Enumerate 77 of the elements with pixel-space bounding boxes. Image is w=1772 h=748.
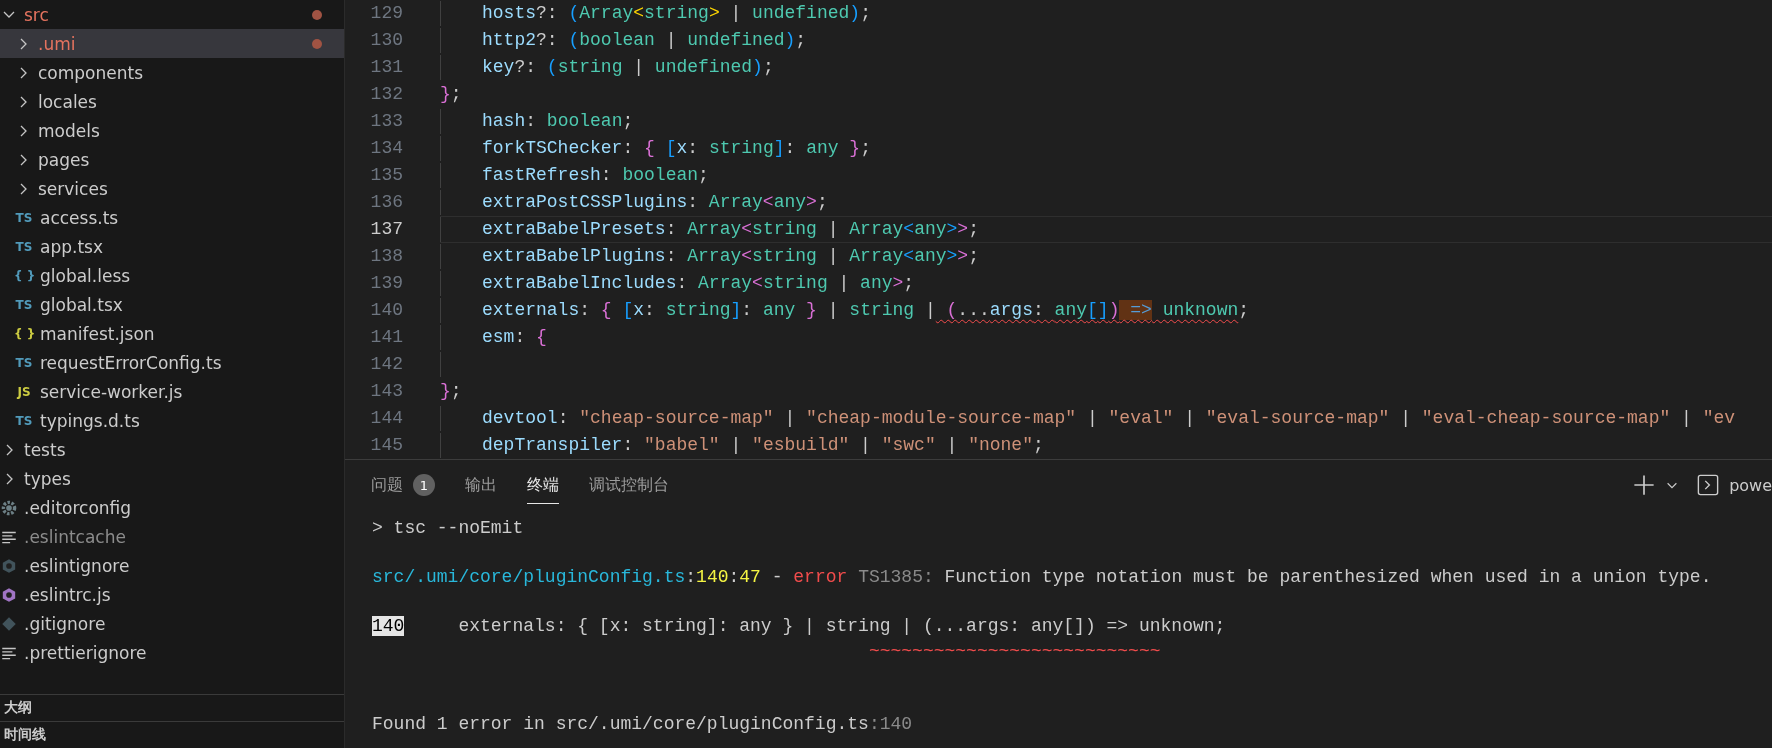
outline-header[interactable]: 大纲	[0, 694, 344, 721]
line-number: 135	[369, 164, 404, 187]
gear-icon	[0, 498, 18, 517]
chevron-icon	[5, 443, 13, 456]
folder-item[interactable]: services	[0, 174, 344, 203]
file-type-icon: TS	[14, 239, 34, 254]
line-number: 144	[369, 407, 404, 430]
chevron-icon	[19, 153, 27, 166]
chevron-icon	[3, 11, 15, 18]
folder-item[interactable]: locales	[0, 87, 344, 116]
line-number: 129	[369, 2, 404, 25]
panel-tab[interactable]: 调试控制台	[589, 466, 669, 504]
file-item[interactable]: TS typings.d.ts	[0, 406, 344, 435]
line-number: 137	[369, 218, 404, 241]
file-item[interactable]: .editorconfig	[0, 493, 344, 522]
line-number: 136	[369, 191, 404, 214]
modified-dot	[312, 38, 322, 49]
file-type-icon: { }	[14, 326, 34, 341]
file-type-icon: TS	[14, 210, 34, 225]
code-line: };	[440, 83, 463, 106]
plus-icon[interactable]	[1633, 474, 1656, 496]
timeline-header[interactable]: 时间线	[0, 721, 344, 748]
file-item[interactable]: .gitignore	[0, 609, 344, 638]
folder-item[interactable]: src	[0, 0, 344, 29]
folder-item[interactable]: components	[0, 58, 344, 87]
folder-item[interactable]: pages	[0, 145, 344, 174]
folder-item[interactable]: types	[0, 464, 344, 493]
file-type-icon: JS	[14, 384, 34, 399]
line-number: 140	[369, 299, 404, 322]
line-number: 132	[369, 83, 404, 106]
line-number: 143	[369, 380, 404, 403]
file-item[interactable]: TS access.ts	[0, 203, 344, 232]
file-item[interactable]: .prettierignore	[0, 638, 344, 667]
count-badge: 1	[413, 474, 435, 496]
line-number: 145	[369, 434, 404, 457]
file-type-icon: TS	[14, 297, 34, 312]
chevron-icon	[19, 182, 27, 195]
line-number: 134	[369, 137, 404, 160]
chevron-icon	[19, 66, 27, 79]
file-item[interactable]: { } manifest.json	[0, 319, 344, 348]
chevron-icon	[19, 124, 27, 137]
code-line: };	[440, 380, 463, 403]
file-type-icon: TS	[14, 355, 34, 370]
panel-tab[interactable]: 问题 1	[371, 466, 435, 504]
folder-item[interactable]: tests	[0, 435, 344, 464]
file-item[interactable]: TS requestErrorConfig.ts	[0, 348, 344, 377]
file-item[interactable]: .eslintignore	[0, 551, 344, 580]
terminal-line: ~~~~~~~~~~~~~~~~~~~~~~~~~~~	[867, 639, 1162, 663]
line-number: 139	[369, 272, 404, 295]
file-type-icon: { }	[14, 268, 34, 283]
terminal-line: src/.umi/core/pluginConfig.ts:140:47 - error TS1385: Function type notation must be parenthesized when used in a union type.	[372, 566, 1713, 589]
line-number: 131	[369, 56, 404, 79]
panel-tab[interactable]: 终端	[527, 466, 559, 504]
folder-item[interactable]: models	[0, 116, 344, 145]
file-item[interactable]: { } global.less	[0, 261, 344, 290]
panel-tab[interactable]: 输出	[465, 466, 497, 504]
terminal-icon[interactable]	[1697, 474, 1720, 496]
chevron-icon	[5, 472, 13, 485]
line-number: 130	[369, 29, 404, 52]
chevron-icon	[19, 37, 27, 50]
terminal-name[interactable]: powe	[1729, 475, 1772, 495]
file-item[interactable]: .eslintcache	[0, 522, 344, 551]
line-number: 133	[369, 110, 404, 133]
file-type-icon: TS	[14, 413, 34, 428]
file-item[interactable]: JS service-worker.js	[0, 377, 344, 406]
line-number: 138	[369, 245, 404, 268]
file-item[interactable]: TS global.tsx	[0, 290, 344, 319]
line-number: 142	[369, 353, 404, 376]
terminal-line: Found 1 error in src/.umi/core/pluginConfig.ts:140	[372, 713, 914, 736]
folder-item[interactable]: .umi	[0, 29, 344, 58]
line-number: 141	[369, 326, 404, 349]
file-item[interactable]: .eslintrc.js	[0, 580, 344, 609]
chevron-icon	[19, 95, 27, 108]
terminal-line: > tsc --noEmit	[372, 517, 525, 540]
file-item[interactable]: TS app.tsx	[0, 232, 344, 261]
modified-dot	[312, 9, 322, 20]
terminal-line: 140 externals: { [x: string]: any } | string | (...args: any[]) => unknown;	[372, 615, 1227, 638]
